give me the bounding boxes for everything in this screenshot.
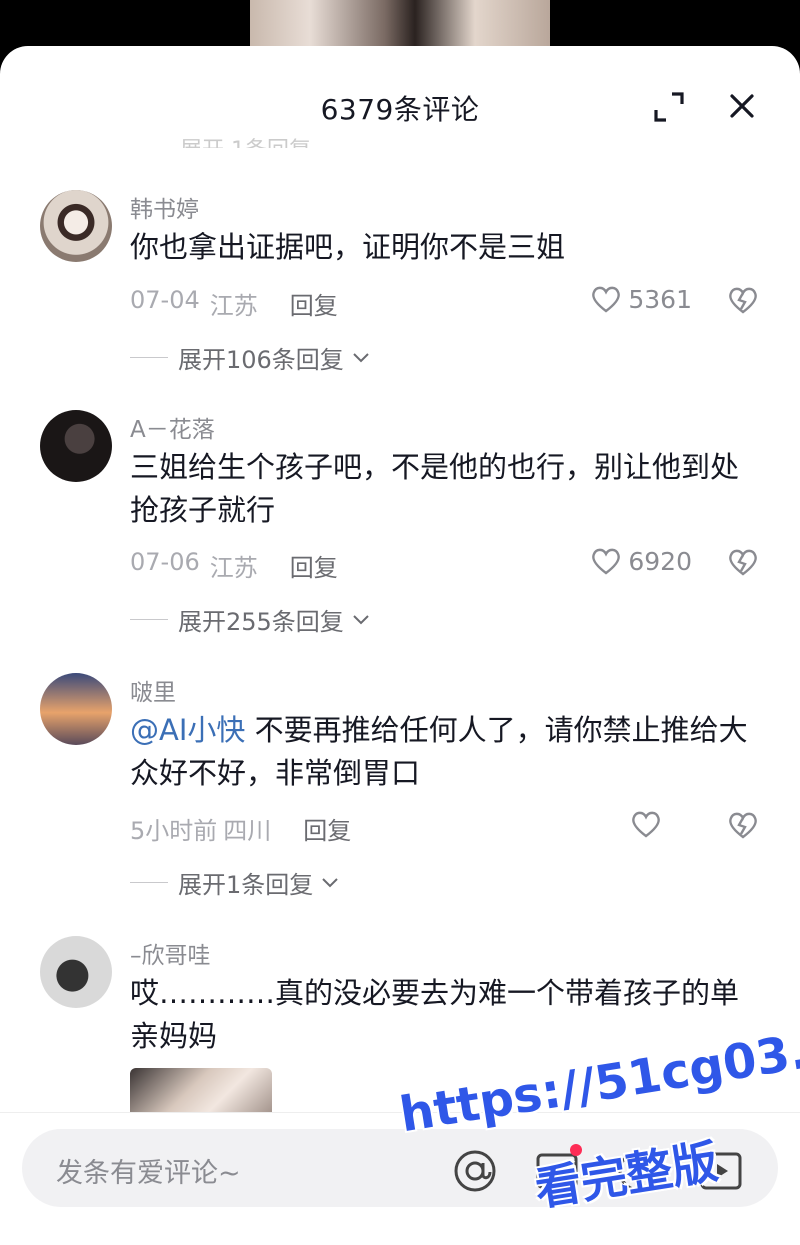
heart-icon [632, 811, 660, 838]
notification-dot [570, 1144, 582, 1156]
comment-text: 哎…………真的没必要去为难一个带着孩子的单亲妈妈 [130, 976, 740, 1053]
avatar[interactable] [40, 190, 112, 262]
divider-line [130, 619, 168, 620]
chevron-down-icon [322, 877, 338, 887]
comment-text: 三姐给生个孩子吧，不是他的也行，别让他到处抢孩子就行 [130, 450, 740, 527]
comment-input-bar: 发条有爱评论~ [0, 1112, 800, 1245]
reply-button[interactable]: 回复 [290, 548, 338, 583]
image-button[interactable] [534, 1144, 582, 1194]
expand-icon[interactable] [652, 90, 686, 124]
avatar[interactable] [40, 936, 112, 1008]
comment-input-placeholder: 发条有爱评论~ [56, 1158, 241, 1189]
mention-link[interactable]: @AI小快 [130, 713, 245, 747]
like-count: 6920 [628, 546, 692, 576]
reply-button[interactable]: 回复 [303, 811, 351, 846]
expand-replies-label: 展开1条回复 [178, 871, 314, 899]
comment-meta: 07-04 江苏 回复 [130, 286, 338, 321]
like-button[interactable]: 5361 [590, 284, 692, 314]
at-icon[interactable] [452, 1148, 498, 1194]
comment-location: 江苏 [209, 554, 258, 582]
comment-input[interactable]: 发条有爱评论~ [22, 1129, 778, 1207]
comments-header: 6379条评论 展开 1条回复 [0, 46, 800, 162]
comment-date: 5小时前 [130, 817, 218, 845]
avatar[interactable] [40, 410, 112, 482]
close-icon[interactable] [726, 90, 758, 122]
avatar[interactable] [40, 673, 112, 745]
reply-button[interactable]: 回复 [290, 286, 338, 321]
chevron-down-icon [353, 614, 369, 624]
comment-date: 07-04 [130, 286, 200, 314]
dislike-heart-icon[interactable] [726, 284, 760, 316]
like-button[interactable] [630, 809, 668, 839]
heart-icon [592, 548, 621, 575]
comment-username[interactable]: 啵里 [130, 673, 176, 707]
heart-icon [592, 286, 621, 313]
divider-line [130, 357, 168, 358]
divider-line [130, 882, 168, 883]
comment-text: @AI小快 不要再推给任何人了，请你禁止推给大众好不好，非常倒胃口 [130, 709, 760, 795]
faded-expand-replies: 展开 1条回复 [180, 132, 360, 148]
video-icon[interactable] [698, 1148, 744, 1194]
like-count: 5361 [628, 284, 692, 314]
comment-location: 江苏 [209, 292, 258, 320]
expand-replies-label: 展开255条回复 [178, 608, 344, 636]
comment-meta: 5小时前 四川 回复 [130, 811, 351, 846]
comment-date: 07-06 [130, 548, 200, 576]
dislike-heart-icon[interactable] [726, 546, 760, 578]
expand-replies-button[interactable]: 展开255条回复 [130, 602, 370, 637]
like-button[interactable]: 6920 [590, 546, 692, 576]
emoji-icon[interactable] [616, 1148, 662, 1194]
comment-location: 四川 [223, 817, 272, 845]
expand-replies-button[interactable]: 展开106条回复 [130, 340, 370, 375]
comment-username[interactable]: A－花落 [130, 410, 215, 444]
expand-replies-label: 展开106条回复 [178, 346, 344, 374]
comment-text: 你也拿出证据吧，证明你不是三姐 [130, 230, 566, 264]
expand-replies-button[interactable]: 展开1条回复 [130, 865, 339, 900]
dislike-heart-icon[interactable] [726, 809, 760, 841]
comment-meta: 07-06 江苏 回复 [130, 548, 338, 583]
comment-username[interactable]: 韩书婷 [130, 190, 199, 224]
chevron-down-icon [353, 352, 369, 362]
comment-username[interactable]: –欣哥哇 [130, 936, 211, 970]
comments-sheet: 6379条评论 展开 1条回复 韩书婷 你也拿出证据吧，证明你不是三姐 07-0… [0, 46, 800, 1245]
